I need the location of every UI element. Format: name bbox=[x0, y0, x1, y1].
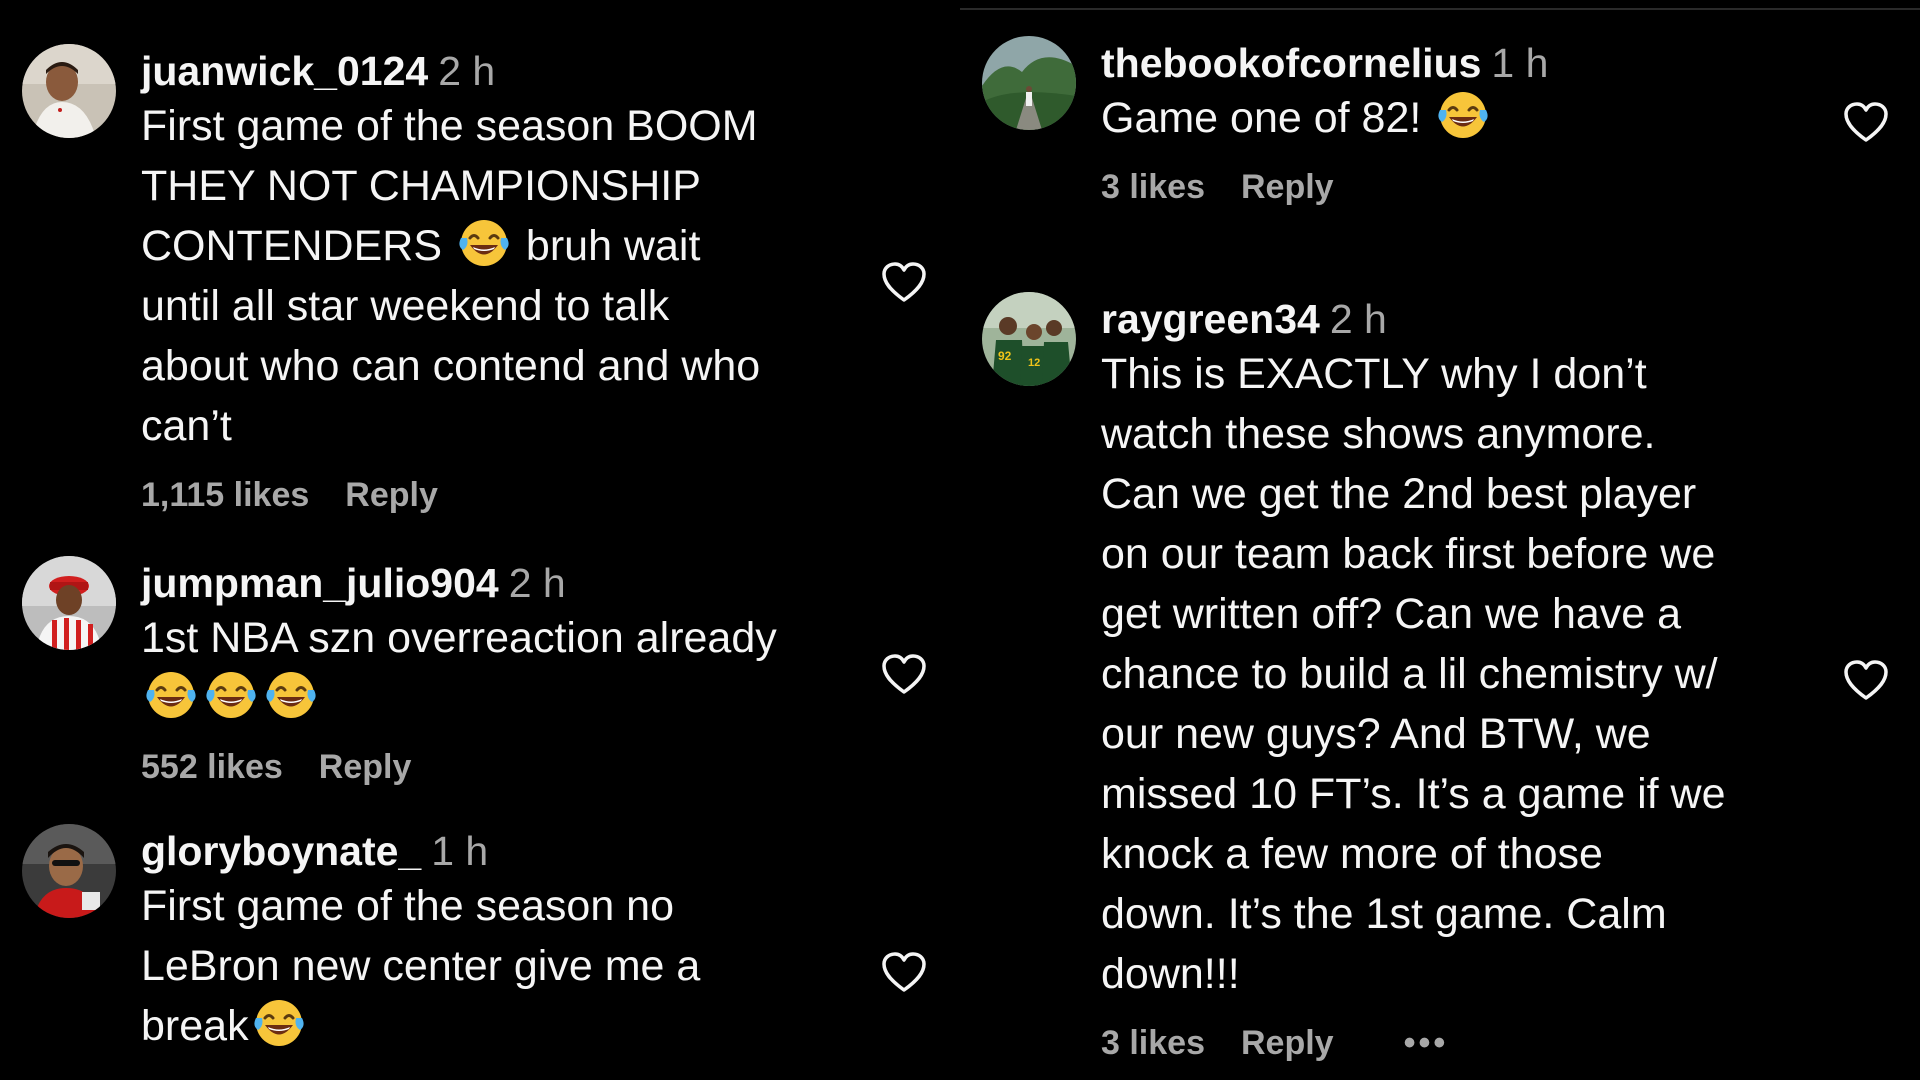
likes-count[interactable]: 3 likes bbox=[1101, 168, 1205, 206]
comment-text: First game of the season no LeBron new c… bbox=[141, 876, 861, 1056]
comment-line: our new guys? And BTW, we bbox=[1101, 710, 1651, 758]
comment-line: Game one of 82! bbox=[1101, 88, 1821, 148]
likes-count[interactable]: 3 likes bbox=[1101, 1024, 1205, 1062]
comment-line: knock a few more of those bbox=[1101, 830, 1603, 878]
comment-body: raygreen34 2 h This is EXACTLY why I don’… bbox=[1101, 292, 1821, 1063]
comment-text: Game one of 82! bbox=[1101, 88, 1821, 148]
comment-line: get written off? Can we have a bbox=[1101, 590, 1682, 638]
comment-meta: 552 likes Reply bbox=[141, 748, 861, 787]
comment-line: This is EXACTLY why I don’t bbox=[1101, 350, 1647, 398]
comment-line: watch these shows anymore. bbox=[1101, 410, 1656, 458]
comment-fragment: bruh wait bbox=[513, 222, 701, 270]
svg-text:12: 12 bbox=[1028, 357, 1040, 369]
username[interactable]: juanwick_0124 bbox=[141, 48, 428, 94]
avatar[interactable] bbox=[22, 556, 116, 650]
comment-line: chance to build a lil chemistry w/ bbox=[1101, 650, 1718, 698]
laughing-emoji-icon bbox=[252, 996, 306, 1050]
laughing-emoji-icon bbox=[1436, 88, 1490, 142]
comment-line: THEY NOT CHAMPIONSHIP bbox=[141, 162, 701, 210]
avatar[interactable] bbox=[22, 44, 116, 138]
comment-line: Can we get the 2nd best player bbox=[1101, 470, 1697, 518]
heart-icon[interactable] bbox=[1842, 658, 1890, 702]
reply-button[interactable]: Reply bbox=[319, 748, 412, 786]
comment-line: CONTENDERS bruh wait bbox=[141, 216, 861, 276]
reply-button[interactable]: Reply bbox=[345, 476, 438, 514]
comment-line: 1st NBA szn overreaction already bbox=[141, 614, 777, 662]
comment-line bbox=[141, 668, 861, 728]
comment-body: jumpman_julio904 2 h 1st NBA szn overreac… bbox=[141, 556, 861, 787]
comment-text: First game of the season BOOM THEY NOT C… bbox=[141, 96, 861, 456]
comment-text: This is EXACTLY why I don’t watch these … bbox=[1101, 344, 1821, 1004]
comment-line: First game of the season BOOM bbox=[141, 102, 758, 150]
reply-button[interactable]: Reply bbox=[1241, 168, 1334, 206]
comment-line: until all star weekend to talk bbox=[141, 282, 670, 330]
left-comment-column: juanwick_0124 2 h First game of the seaso… bbox=[0, 0, 960, 1080]
comment-line: on our team back first before we bbox=[1101, 530, 1716, 578]
comment-header: juanwick_0124 2 h bbox=[141, 46, 861, 96]
comment-header: raygreen34 2 h bbox=[1101, 294, 1821, 344]
username[interactable]: thebookofcornelius bbox=[1101, 40, 1481, 86]
timestamp: 1 h bbox=[1491, 40, 1549, 86]
comment-text: 1st NBA szn overreaction already bbox=[141, 608, 861, 728]
comment-body: juanwick_0124 2 h First game of the seaso… bbox=[141, 44, 861, 515]
timestamp: 1 h bbox=[431, 828, 489, 874]
likes-count[interactable]: 1,115 likes bbox=[141, 476, 309, 514]
heart-icon[interactable] bbox=[880, 950, 928, 994]
timestamp: 2 h bbox=[438, 48, 496, 94]
comment-header: gloryboynate_ 1 h bbox=[141, 826, 861, 876]
laughing-emoji-icon bbox=[204, 668, 258, 722]
laughing-emoji-icon bbox=[457, 216, 511, 270]
right-comment-column: thebookofcornelius 1 h Game one of 82! 3 … bbox=[960, 0, 1920, 1080]
comment-meta: 1,115 likes Reply bbox=[141, 476, 861, 515]
comment-line: down. It’s the 1st game. Calm bbox=[1101, 890, 1667, 938]
comments-screen: juanwick_0124 2 h First game of the seaso… bbox=[0, 0, 1920, 1080]
comment-line: can’t bbox=[141, 402, 232, 450]
avatar[interactable]: 92 12 bbox=[982, 292, 1076, 386]
reply-button[interactable]: Reply bbox=[1241, 1024, 1334, 1062]
comment-line: about who can contend and who bbox=[141, 342, 761, 390]
comment-line: First game of the season no bbox=[141, 882, 675, 930]
heart-icon[interactable] bbox=[1842, 100, 1890, 144]
more-options-icon[interactable]: ••• bbox=[1404, 1024, 1449, 1062]
username[interactable]: raygreen34 bbox=[1101, 296, 1320, 342]
heart-icon[interactable] bbox=[880, 260, 928, 304]
comment-header: jumpman_julio904 2 h bbox=[141, 558, 861, 608]
laughing-emoji-icon bbox=[144, 668, 198, 722]
comment-body: gloryboynate_ 1 h First game of the seaso… bbox=[141, 824, 861, 1056]
comment-fragment: break bbox=[141, 1002, 249, 1050]
avatar[interactable] bbox=[982, 36, 1076, 130]
svg-text:92: 92 bbox=[998, 349, 1012, 363]
comment-body: thebookofcornelius 1 h Game one of 82! 3 … bbox=[1101, 36, 1821, 207]
comment-line: missed 10 FT’s. It’s a game if we bbox=[1101, 770, 1726, 818]
avatar[interactable] bbox=[22, 824, 116, 918]
comment-line: LeBron new center give me a bbox=[141, 942, 701, 990]
comment-fragment: CONTENDERS bbox=[141, 222, 454, 270]
laughing-emoji-icon bbox=[264, 668, 318, 722]
timestamp: 2 h bbox=[1329, 296, 1387, 342]
comment-meta: 3 likes Reply ••• bbox=[1101, 1024, 1821, 1063]
comment-fragment: Game one of 82! bbox=[1101, 94, 1434, 142]
comment-meta: 3 likes Reply bbox=[1101, 168, 1821, 207]
heart-icon[interactable] bbox=[880, 652, 928, 696]
likes-count[interactable]: 552 likes bbox=[141, 748, 283, 786]
timestamp: 2 h bbox=[508, 560, 566, 606]
username[interactable]: gloryboynate_ bbox=[141, 828, 421, 874]
comment-line: break bbox=[141, 996, 861, 1056]
comment-line: down!!! bbox=[1101, 950, 1240, 998]
comment-header: thebookofcornelius 1 h bbox=[1101, 38, 1821, 88]
username[interactable]: jumpman_julio904 bbox=[141, 560, 499, 606]
